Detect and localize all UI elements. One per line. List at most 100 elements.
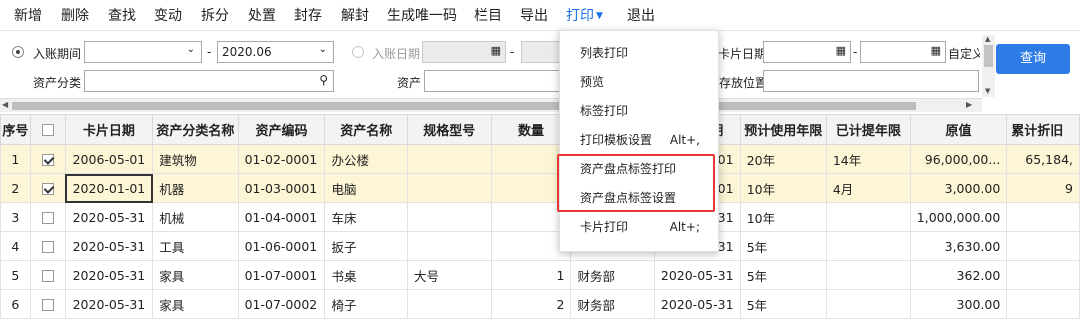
cell-category[interactable]: 建筑物 bbox=[152, 144, 239, 174]
col-header-category[interactable]: 资产分类名称 bbox=[152, 114, 239, 145]
scroll-down-icon[interactable]: ▼ bbox=[985, 87, 990, 95]
cell-value[interactable]: 300.00 bbox=[909, 289, 1008, 319]
posting-date-radio[interactable] bbox=[352, 46, 364, 58]
col-header-life[interactable]: 预计使用年限 bbox=[739, 114, 827, 145]
col-header-depreciation[interactable]: 累计折旧 bbox=[1006, 114, 1080, 145]
posting-period-radio[interactable] bbox=[12, 46, 24, 58]
table-row[interactable]: 5 2020-05-31 家具 01-07-0001 书桌 大号 1 财务部 2020-05-3… bbox=[0, 260, 1080, 290]
cell-category[interactable]: 家具 bbox=[152, 260, 239, 290]
cell-depreciation[interactable]: 65,184, bbox=[1006, 144, 1080, 174]
posting-date-from-input[interactable]: ▦ bbox=[422, 41, 506, 63]
cell-card-date[interactable]: 2020-05-31 bbox=[64, 231, 154, 261]
table-row[interactable]: 12006-05-01建筑物01-02-0001办公楼2006-05-0120年… bbox=[0, 144, 1080, 174]
menu-split[interactable]: 拆分 bbox=[201, 5, 229, 25]
query-button[interactable]: 查询 bbox=[996, 44, 1070, 74]
cell-life[interactable]: 10年 bbox=[739, 202, 827, 232]
cell-name[interactable]: 车床 bbox=[324, 202, 409, 232]
cell-depreciation[interactable] bbox=[1006, 202, 1080, 232]
cell-post-date[interactable]: 2020-05-31 bbox=[653, 289, 741, 319]
card-date-from-input[interactable]: ▦ bbox=[763, 41, 851, 63]
print-menu-inventory-label-settings[interactable]: 资产盘点标签设置 bbox=[560, 184, 718, 213]
cell-code[interactable]: 01-04-0001 bbox=[237, 202, 326, 232]
col-header-value[interactable]: 原值 bbox=[909, 114, 1008, 145]
cell-category[interactable]: 机器 bbox=[152, 173, 239, 203]
scroll-thumb[interactable] bbox=[984, 45, 993, 67]
menu-print[interactable]: 打印 ▼ bbox=[566, 5, 603, 25]
horizontal-scrollbar[interactable]: ◀ ▶ bbox=[0, 98, 982, 112]
cell-used[interactable]: 14年 bbox=[825, 144, 911, 174]
cell-no[interactable]: 1 bbox=[0, 144, 31, 174]
select-all-checkbox[interactable] bbox=[41, 123, 54, 136]
cell-no[interactable]: 6 bbox=[0, 289, 31, 319]
table-row[interactable]: 42020-05-31工具01-06-0001扳子2020-05-315年3,6… bbox=[0, 231, 1080, 261]
cell-category[interactable]: 机械 bbox=[152, 202, 239, 232]
cell-life[interactable]: 5年 bbox=[739, 231, 827, 261]
menu-columns[interactable]: 栏目 bbox=[474, 5, 502, 25]
cell-spec[interactable] bbox=[407, 173, 492, 203]
category-input[interactable]: ⚲ bbox=[84, 70, 334, 92]
cell-checkbox[interactable] bbox=[29, 289, 66, 319]
cell-name[interactable]: 办公楼 bbox=[324, 144, 409, 174]
cell-card-date[interactable]: 2020-05-31 bbox=[64, 289, 154, 319]
row-checkbox[interactable] bbox=[41, 241, 54, 253]
menu-exit[interactable]: 退出 bbox=[627, 5, 655, 25]
menu-dispose[interactable]: 处置 bbox=[248, 5, 276, 25]
row-checkbox[interactable] bbox=[41, 299, 54, 311]
cell-category[interactable]: 家具 bbox=[152, 289, 239, 319]
asset-input[interactable] bbox=[424, 70, 562, 92]
cell-qty[interactable]: 2 bbox=[490, 289, 572, 319]
card-date-to-input[interactable]: ▦ bbox=[860, 41, 946, 63]
cell-life[interactable]: 10年 bbox=[739, 173, 827, 203]
cell-used[interactable] bbox=[825, 260, 911, 290]
location-input[interactable] bbox=[763, 70, 979, 92]
cell-value[interactable]: 3,000.00 bbox=[909, 173, 1008, 203]
cell-code[interactable]: 01-06-0001 bbox=[237, 231, 326, 261]
scroll-up-icon[interactable]: ▲ bbox=[985, 35, 990, 43]
menu-add[interactable]: 新增 bbox=[14, 5, 42, 25]
custom-label[interactable]: 自定义 bbox=[948, 45, 980, 62]
cell-code[interactable]: 01-02-0001 bbox=[237, 144, 326, 174]
cell-no[interactable]: 2 bbox=[0, 173, 31, 203]
filter-vertical-scrollbar[interactable]: ▲ ▼ bbox=[982, 35, 995, 97]
cell-spec[interactable] bbox=[407, 202, 492, 232]
row-checkbox[interactable] bbox=[41, 154, 54, 166]
col-header-card-date[interactable]: 卡片日期 bbox=[64, 114, 154, 145]
cell-code[interactable]: 01-07-0001 bbox=[237, 260, 326, 290]
posting-period-to-select[interactable]: 2020.06 ⌄ bbox=[217, 41, 334, 63]
cell-no[interactable]: 4 bbox=[0, 231, 31, 261]
cell-post-date[interactable]: 2020-05-31 bbox=[653, 260, 741, 290]
col-header-code[interactable]: 资产编码 bbox=[237, 114, 326, 145]
print-menu-template-settings[interactable]: 打印模板设置 Alt+, bbox=[560, 126, 718, 155]
cell-qty[interactable]: 1 bbox=[490, 260, 572, 290]
cell-depreciation[interactable] bbox=[1006, 231, 1080, 261]
print-menu-preview[interactable]: 预览 bbox=[560, 68, 718, 97]
row-checkbox[interactable] bbox=[41, 270, 54, 282]
cell-category[interactable]: 工具 bbox=[152, 231, 239, 261]
cell-depreciation[interactable] bbox=[1006, 260, 1080, 290]
cell-spec[interactable] bbox=[407, 231, 492, 261]
menu-generate-code[interactable]: 生成唯一码 bbox=[387, 5, 457, 25]
cell-name[interactable]: 椅子 bbox=[324, 289, 409, 319]
cell-card-date[interactable]: 2020-05-31 bbox=[64, 202, 154, 232]
cell-spec[interactable] bbox=[407, 144, 492, 174]
menu-seal[interactable]: 封存 bbox=[294, 5, 322, 25]
cell-dept[interactable]: 财务部 bbox=[570, 260, 655, 290]
cell-checkbox[interactable] bbox=[29, 144, 66, 174]
cell-spec[interactable]: 大号 bbox=[407, 260, 492, 290]
col-header-name[interactable]: 资产名称 bbox=[324, 114, 409, 145]
posting-date-to-input[interactable] bbox=[521, 41, 561, 63]
cell-name[interactable]: 书桌 bbox=[324, 260, 409, 290]
cell-name[interactable]: 电脑 bbox=[324, 173, 409, 203]
cell-life[interactable]: 5年 bbox=[739, 289, 827, 319]
col-header-select-all[interactable] bbox=[29, 114, 66, 145]
cell-checkbox[interactable] bbox=[29, 231, 66, 261]
cell-card-date[interactable]: 2020-01-01 bbox=[64, 173, 154, 203]
cell-value[interactable]: 3,630.00 bbox=[909, 231, 1008, 261]
print-menu-list-print[interactable]: 列表打印 bbox=[560, 39, 718, 68]
menu-change[interactable]: 变动 bbox=[154, 5, 182, 25]
search-icon[interactable]: ⚲ bbox=[319, 73, 328, 87]
row-checkbox[interactable] bbox=[41, 212, 54, 224]
cell-value[interactable]: 1,000,000.00 bbox=[909, 202, 1008, 232]
table-row[interactable]: 6 2020-05-31 家具 01-07-0002 椅子 2 财务部 2020-05-31 5… bbox=[0, 289, 1080, 319]
row-checkbox[interactable] bbox=[41, 183, 54, 195]
